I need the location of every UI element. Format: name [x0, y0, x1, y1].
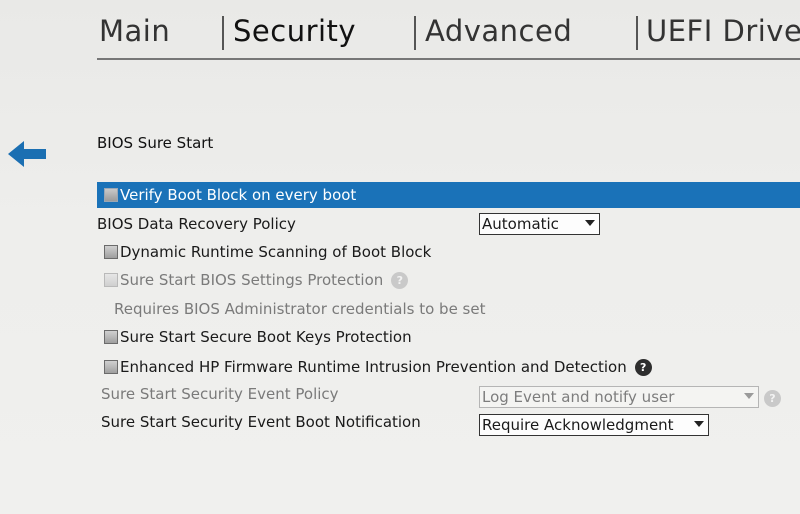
help-icon[interactable]: ?: [634, 358, 652, 376]
dynamic-runtime-scanning-label: Dynamic Runtime Scanning of Boot Block: [120, 243, 432, 261]
settings-protection-checkbox: [104, 273, 118, 287]
boot-notification-row: Sure Start Security Event Boot Notificat…: [101, 412, 421, 432]
tab-security[interactable]: Security: [233, 14, 356, 48]
boot-notification-dropdown[interactable]: Require Acknowledgment: [479, 414, 709, 436]
security-event-policy-row: Sure Start Security Event Policy: [101, 384, 339, 404]
verify-boot-block-label: Verify Boot Block on every boot: [120, 186, 357, 204]
tab-main[interactable]: Main: [99, 14, 170, 48]
data-recovery-policy-row: BIOS Data Recovery Policy: [97, 214, 296, 234]
data-recovery-policy-value: Automatic: [482, 215, 559, 233]
chevron-down-icon: [694, 421, 704, 427]
chevron-down-icon: [585, 220, 595, 226]
security-event-policy-label: Sure Start Security Event Policy: [101, 385, 339, 403]
enhanced-intrusion-label: Enhanced HP Firmware Runtime Intrusion P…: [120, 358, 627, 376]
settings-protection-note-text: Requires BIOS Administrator credentials …: [114, 300, 486, 318]
tab-separator: [414, 16, 416, 50]
dynamic-runtime-scanning-row[interactable]: Dynamic Runtime Scanning of Boot Block: [104, 242, 431, 262]
secure-boot-keys-label: Sure Start Secure Boot Keys Protection: [120, 328, 412, 346]
help-icon: ?: [391, 271, 409, 289]
chevron-down-icon: [744, 393, 754, 399]
help-icon: ?: [764, 390, 781, 407]
tab-underline: [97, 58, 800, 60]
secure-boot-keys-checkbox[interactable]: [104, 330, 118, 344]
data-recovery-policy-dropdown[interactable]: Automatic: [479, 213, 600, 235]
arrow-left-icon: [8, 141, 46, 167]
tab-separator: [636, 16, 638, 50]
section-title: BIOS Sure Start: [97, 134, 214, 152]
tab-uefi-drivers[interactable]: UEFI Drive: [646, 14, 800, 48]
settings-protection-row: Sure Start BIOS Settings Protection ?: [104, 270, 409, 290]
enhanced-intrusion-checkbox[interactable]: [104, 360, 118, 374]
boot-notification-label: Sure Start Security Event Boot Notificat…: [101, 413, 421, 431]
data-recovery-policy-label: BIOS Data Recovery Policy: [97, 215, 296, 233]
enhanced-intrusion-row[interactable]: Enhanced HP Firmware Runtime Intrusion P…: [104, 356, 652, 378]
secure-boot-keys-row[interactable]: Sure Start Secure Boot Keys Protection: [104, 327, 412, 347]
tab-advanced[interactable]: Advanced: [425, 14, 572, 48]
back-button[interactable]: [8, 140, 48, 168]
dynamic-runtime-scanning-checkbox[interactable]: [104, 245, 118, 259]
security-event-policy-value: Log Event and notify user: [482, 388, 675, 406]
verify-boot-block-row[interactable]: Verify Boot Block on every boot: [97, 182, 800, 208]
tab-separator: [222, 16, 224, 50]
security-event-policy-dropdown: Log Event and notify user: [479, 386, 759, 408]
verify-boot-block-checkbox[interactable]: [104, 188, 118, 202]
settings-protection-label: Sure Start BIOS Settings Protection: [120, 271, 384, 289]
boot-notification-value: Require Acknowledgment: [482, 416, 674, 434]
tab-bar: Main Security Advanced UEFI Drive: [0, 0, 800, 60]
settings-protection-note: Requires BIOS Administrator credentials …: [114, 299, 485, 319]
